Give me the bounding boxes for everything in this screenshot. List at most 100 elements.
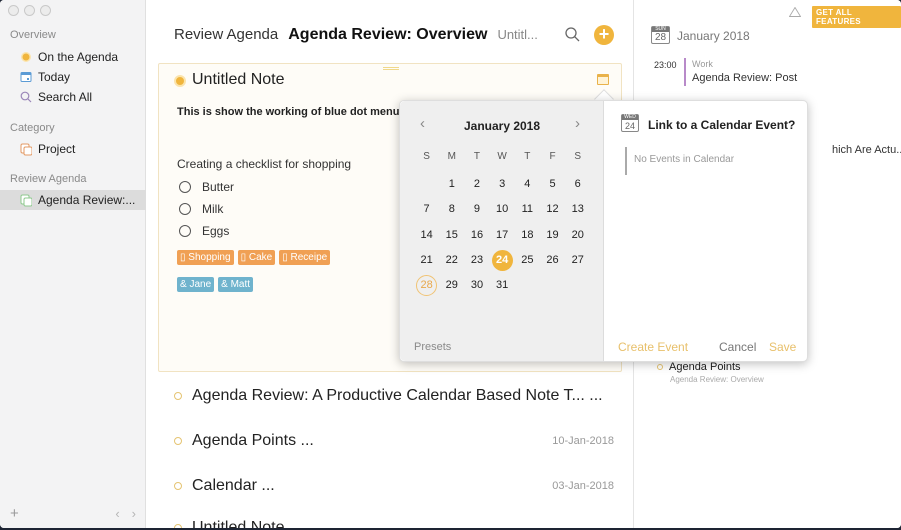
add-icon[interactable]: + <box>10 505 19 522</box>
note-body-bold[interactable]: This is show the working of blue dot men… <box>177 106 399 118</box>
calendar-day[interactable]: 10 <box>490 198 515 223</box>
calendar-day[interactable]: 23 <box>464 249 489 274</box>
calendar-day[interactable]: 19 <box>540 224 565 249</box>
person-tag[interactable]: & Jane <box>177 277 215 292</box>
list-item[interactable]: Calendar ... 03-Jan-2018 <box>174 477 614 495</box>
calendar-day[interactable]: 3 <box>490 173 515 198</box>
chevron-left-icon[interactable]: ‹ <box>115 506 119 521</box>
calendar-day[interactable]: 25 <box>515 249 540 274</box>
list-item-title: Agenda Review: A Productive Calendar Bas… <box>192 387 603 404</box>
list-item[interactable]: Untitled Note <box>174 519 614 528</box>
calendar-day[interactable]: 29 <box>439 274 464 299</box>
calendar-day-label: 17 <box>496 228 509 241</box>
calendar-day[interactable]: 21 <box>414 249 439 274</box>
cancel-button[interactable]: Cancel <box>719 340 756 354</box>
checkbox[interactable] <box>179 181 191 193</box>
calendar-day[interactable]: 8 <box>439 198 464 223</box>
checklist-item[interactable]: Butter <box>179 180 234 194</box>
weekday-header: T <box>524 151 531 162</box>
project-icon <box>20 194 32 206</box>
note-body-line[interactable]: Creating a checklist for shopping <box>177 157 351 171</box>
partial-note-title[interactable]: hich Are Actu... <box>832 144 901 156</box>
note-title[interactable]: Untitled Note <box>192 71 285 89</box>
calendar-day[interactable]: 30 <box>464 274 489 299</box>
event-color-bar <box>684 58 686 86</box>
create-event-button[interactable]: Create Event <box>618 340 688 354</box>
calendar-day[interactable]: 6 <box>565 173 590 198</box>
calendar-day-label: 5 <box>549 178 556 190</box>
close-window-button[interactable] <box>8 5 19 16</box>
calendar-grid: S M T W T F S 1 2 3 4 5 6 7 8 9 10 11 12 13 14 15 16 17 18 19 20 21… <box>414 147 590 299</box>
calendar-day-label: 6 <box>574 178 581 190</box>
checklist-item[interactable]: Eggs <box>179 224 229 238</box>
calendar-day[interactable]: 17 <box>490 224 515 249</box>
calendar-day[interactable]: 13 <box>565 198 590 223</box>
calendar-day[interactable]: 7 <box>414 198 439 223</box>
checkbox[interactable] <box>179 225 191 237</box>
sidebar-item-search-all[interactable]: Search All <box>0 87 146 107</box>
calendar-day[interactable]: 24 <box>490 249 515 274</box>
note-ring-icon <box>174 482 182 490</box>
calendar-day[interactable]: 9 <box>464 198 489 223</box>
calendar-day[interactable]: 5 <box>540 173 565 198</box>
calendar-day[interactable]: 2 <box>464 173 489 198</box>
calendar-day[interactable]: 12 <box>540 198 565 223</box>
tag[interactable]: ▯ Cake <box>237 250 276 265</box>
checklist-label: Milk <box>202 202 224 216</box>
sidebar-item-agenda-review[interactable]: Agenda Review:... <box>0 190 146 210</box>
person-icon: & <box>180 279 187 290</box>
breadcrumb-parent[interactable]: Review Agenda <box>174 26 278 43</box>
calendar-day-label: 29 <box>445 279 458 292</box>
warning-icon[interactable] <box>789 7 801 17</box>
event-title[interactable]: Agenda Review: Post <box>692 72 797 84</box>
chevron-right-icon[interactable]: › <box>575 115 580 132</box>
tag[interactable]: ▯ Shopping <box>177 250 234 265</box>
event-time: 23:00 <box>654 60 677 70</box>
calendar-day[interactable]: 11 <box>515 198 540 223</box>
list-item-title: Calendar ... <box>192 477 275 494</box>
calendar-day[interactable]: 4 <box>515 173 540 198</box>
tag-list: ▯ Shopping ▯ Cake ▯ Receipe <box>177 250 331 265</box>
list-item-date: 10-Jan-2018 <box>552 435 614 447</box>
calendar-day[interactable]: 14 <box>414 224 439 249</box>
sidebar-item-project[interactable]: Project <box>0 139 146 159</box>
calendar-day[interactable]: 28 <box>414 274 439 299</box>
tag[interactable]: ▯ Receipe <box>279 250 331 265</box>
calendar-day-label: 1 <box>448 178 455 190</box>
tag-icon: ▯ <box>240 252 247 263</box>
calendar-day[interactable]: 27 <box>565 249 590 274</box>
calendar-icon[interactable] <box>597 74 609 85</box>
presets-button[interactable]: Presets <box>414 341 451 353</box>
calendar-day[interactable]: 16 <box>464 224 489 249</box>
calendar-day[interactable]: 1 <box>439 173 464 198</box>
blue-dot-menu-icon[interactable] <box>174 75 186 87</box>
person-tag[interactable]: & Matt <box>218 277 254 292</box>
calendar-day[interactable]: 31 <box>490 274 515 299</box>
calendar-day[interactable]: 18 <box>515 224 540 249</box>
sidebar-item-on-the-agenda[interactable]: On the Agenda <box>0 47 146 67</box>
calendar-empty-cell <box>414 173 439 198</box>
search-button[interactable] <box>564 26 582 44</box>
calendar-day-label: 12 <box>546 203 559 216</box>
zoom-window-button[interactable] <box>40 5 51 16</box>
calendar-day[interactable]: 20 <box>565 224 590 249</box>
breadcrumb-current[interactable]: Agenda Review: Overview <box>288 26 487 44</box>
checkbox[interactable] <box>179 203 191 215</box>
list-item[interactable]: Agenda Review: A Productive Calendar Bas… <box>174 387 614 405</box>
list-item[interactable]: Agenda Points ... 10-Jan-2018 <box>174 432 614 450</box>
sidebar-item-today[interactable]: Today <box>0 67 146 87</box>
list-item-title: Agenda Points ... <box>192 432 314 449</box>
get-all-features-button[interactable]: GET ALL FEATURES <box>812 6 901 28</box>
breadcrumb-child[interactable]: Untitl... <box>497 27 537 42</box>
calendar-day[interactable]: 15 <box>439 224 464 249</box>
calendar-day[interactable]: 26 <box>540 249 565 274</box>
calendar-day-label: 24 <box>491 249 513 271</box>
checklist-item[interactable]: Milk <box>179 202 223 216</box>
calendar-day[interactable]: 22 <box>439 249 464 274</box>
chevron-right-icon[interactable]: › <box>132 506 136 521</box>
save-button[interactable]: Save <box>769 340 796 354</box>
drag-handle[interactable] <box>383 67 399 70</box>
panel-note-item[interactable]: Agenda Points <box>657 361 741 373</box>
minimize-window-button[interactable] <box>24 5 35 16</box>
add-note-button[interactable]: + <box>594 25 614 45</box>
